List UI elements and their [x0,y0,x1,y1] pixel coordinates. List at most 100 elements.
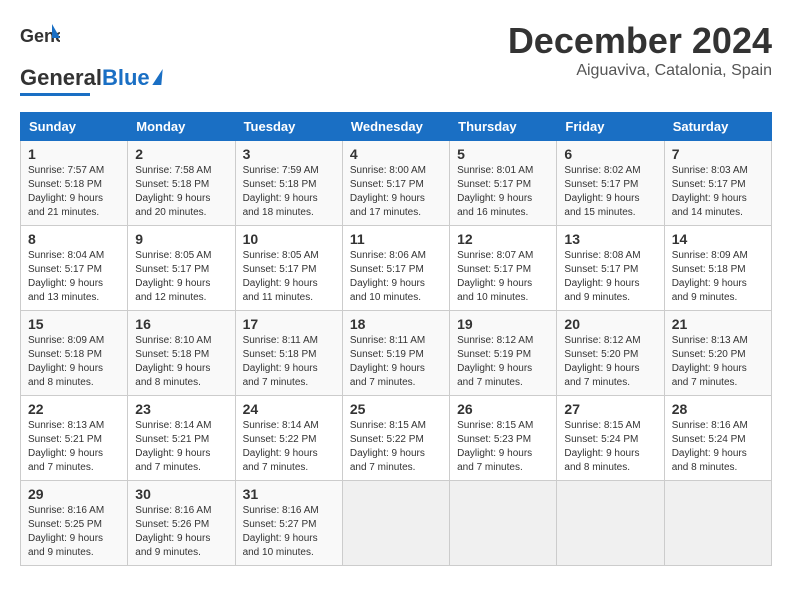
day-number: 31 [243,486,335,502]
calendar-month-year: December 2024 [508,20,772,62]
calendar-table: Sunday Monday Tuesday Wednesday Thursday… [20,112,772,566]
day-detail: Sunrise: 8:13 AM Sunset: 5:20 PM Dayligh… [672,334,764,390]
calendar-week-row: 22Sunrise: 8:13 AM Sunset: 5:21 PM Dayli… [21,396,772,481]
table-row: 24Sunrise: 8:14 AM Sunset: 5:22 PM Dayli… [235,396,342,481]
day-number: 19 [457,316,549,332]
day-number: 7 [672,146,764,162]
day-number: 4 [350,146,442,162]
day-number: 16 [135,316,227,332]
day-number: 9 [135,231,227,247]
day-detail: Sunrise: 8:16 AM Sunset: 5:25 PM Dayligh… [28,504,120,560]
day-number: 23 [135,401,227,417]
table-row: 26 Sunrise: 8:15 AM Sunset: 5:23 PM Dayli… [450,396,557,481]
day-number: 17 [243,316,335,332]
day-number: 12 [457,231,549,247]
day-number: 1 [28,146,120,162]
logo: General GeneralBlue [20,20,162,96]
day-detail: Sunrise: 8:06 AM Sunset: 5:17 PM Dayligh… [350,249,442,305]
day-number: 26 [457,401,549,417]
day-detail: Sunrise: 8:16 AM Sunset: 5:27 PM Dayligh… [243,504,335,560]
calendar-body: 1 Sunrise: 7:57 AM Sunset: 5:18 PM Daylig… [21,141,772,566]
day-detail: Sunrise: 8:12 AM Sunset: 5:20 PM Dayligh… [564,334,656,390]
table-row: 6 Sunrise: 8:02 AM Sunset: 5:17 PM Daylig… [557,141,664,226]
table-row: 25 Sunrise: 8:15 AM Sunset: 5:22 PM Dayli… [342,396,449,481]
day-number: 6 [564,146,656,162]
calendar-title-block: December 2024 Aiguaviva, Catalonia, Spai… [508,20,772,80]
table-row: 31 Sunrise: 8:16 AM Sunset: 5:27 PM Dayli… [235,481,342,566]
logo-general: General [20,65,102,91]
calendar-week-row: 15 Sunrise: 8:09 AM Sunset: 5:18 PM Dayli… [21,311,772,396]
table-row: 30Sunrise: 8:16 AM Sunset: 5:26 PM Dayli… [128,481,235,566]
page-header: General GeneralBlue December 2024 Aiguav… [20,20,772,96]
day-detail: Sunrise: 8:11 AM Sunset: 5:18 PM Dayligh… [243,334,335,390]
calendar-week-row: 8 Sunrise: 8:04 AM Sunset: 5:17 PM Daylig… [21,226,772,311]
day-number: 8 [28,231,120,247]
col-wednesday: Wednesday [342,113,449,141]
table-row: 13 Sunrise: 8:08 AM Sunset: 5:17 PM Dayli… [557,226,664,311]
table-row [342,481,449,566]
table-row: 7 Sunrise: 8:03 AM Sunset: 5:17 PM Daylig… [664,141,771,226]
table-row: 1 Sunrise: 7:57 AM Sunset: 5:18 PM Daylig… [21,141,128,226]
day-number: 15 [28,316,120,332]
col-thursday: Thursday [450,113,557,141]
day-number: 10 [243,231,335,247]
day-number: 13 [564,231,656,247]
day-detail: Sunrise: 8:09 AM Sunset: 5:18 PM Dayligh… [28,334,120,390]
day-detail: Sunrise: 8:14 AM Sunset: 5:21 PM Dayligh… [135,419,227,475]
table-row [557,481,664,566]
col-tuesday: Tuesday [235,113,342,141]
calendar-header-row: Sunday Monday Tuesday Wednesday Thursday… [21,113,772,141]
day-number: 25 [350,401,442,417]
calendar-week-row: 29Sunrise: 8:16 AM Sunset: 5:25 PM Dayli… [21,481,772,566]
day-number: 5 [457,146,549,162]
day-detail: Sunrise: 8:12 AM Sunset: 5:19 PM Dayligh… [457,334,549,390]
table-row: 15 Sunrise: 8:09 AM Sunset: 5:18 PM Dayli… [21,311,128,396]
calendar-week-row: 1 Sunrise: 7:57 AM Sunset: 5:18 PM Daylig… [21,141,772,226]
day-detail: Sunrise: 8:08 AM Sunset: 5:17 PM Dayligh… [564,249,656,305]
day-detail: Sunrise: 8:15 AM Sunset: 5:22 PM Dayligh… [350,419,442,475]
table-row [664,481,771,566]
table-row: 5Sunrise: 8:01 AM Sunset: 5:17 PM Daylig… [450,141,557,226]
day-detail: Sunrise: 8:07 AM Sunset: 5:17 PM Dayligh… [457,249,549,305]
logo-triangle-icon [152,69,162,85]
day-detail: Sunrise: 8:02 AM Sunset: 5:17 PM Dayligh… [564,164,656,220]
table-row: 20 Sunrise: 8:12 AM Sunset: 5:20 PM Dayli… [557,311,664,396]
table-row: 9 Sunrise: 8:05 AM Sunset: 5:17 PM Daylig… [128,226,235,311]
day-detail: Sunrise: 7:57 AM Sunset: 5:18 PM Dayligh… [28,164,120,220]
day-number: 30 [135,486,227,502]
col-friday: Friday [557,113,664,141]
day-detail: Sunrise: 7:59 AM Sunset: 5:18 PM Dayligh… [243,164,335,220]
day-number: 2 [135,146,227,162]
col-saturday: Saturday [664,113,771,141]
table-row: 28 Sunrise: 8:16 AM Sunset: 5:24 PM Dayli… [664,396,771,481]
table-row: 4 Sunrise: 8:00 AM Sunset: 5:17 PM Daylig… [342,141,449,226]
table-row [450,481,557,566]
day-detail: Sunrise: 7:58 AM Sunset: 5:18 PM Dayligh… [135,164,227,220]
table-row: 12 Sunrise: 8:07 AM Sunset: 5:17 PM Dayli… [450,226,557,311]
day-detail: Sunrise: 8:13 AM Sunset: 5:21 PM Dayligh… [28,419,120,475]
day-detail: Sunrise: 8:15 AM Sunset: 5:23 PM Dayligh… [457,419,549,475]
col-sunday: Sunday [21,113,128,141]
day-detail: Sunrise: 8:03 AM Sunset: 5:17 PM Dayligh… [672,164,764,220]
col-monday: Monday [128,113,235,141]
table-row: 10 Sunrise: 8:05 AM Sunset: 5:17 PM Dayli… [235,226,342,311]
day-number: 11 [350,231,442,247]
day-detail: Sunrise: 8:16 AM Sunset: 5:24 PM Dayligh… [672,419,764,475]
logo-icon: General [20,20,60,60]
logo-blue: Blue [102,65,150,91]
day-detail: Sunrise: 8:15 AM Sunset: 5:24 PM Dayligh… [564,419,656,475]
day-number: 3 [243,146,335,162]
day-number: 18 [350,316,442,332]
day-detail: Sunrise: 8:05 AM Sunset: 5:17 PM Dayligh… [243,249,335,305]
day-number: 20 [564,316,656,332]
day-detail: Sunrise: 8:00 AM Sunset: 5:17 PM Dayligh… [350,164,442,220]
calendar-location: Aiguaviva, Catalonia, Spain [508,62,772,80]
table-row: 16Sunrise: 8:10 AM Sunset: 5:18 PM Dayli… [128,311,235,396]
day-detail: Sunrise: 8:04 AM Sunset: 5:17 PM Dayligh… [28,249,120,305]
table-row: 21Sunrise: 8:13 AM Sunset: 5:20 PM Dayli… [664,311,771,396]
day-number: 28 [672,401,764,417]
day-detail: Sunrise: 8:05 AM Sunset: 5:17 PM Dayligh… [135,249,227,305]
table-row: 14Sunrise: 8:09 AM Sunset: 5:18 PM Dayli… [664,226,771,311]
day-detail: Sunrise: 8:09 AM Sunset: 5:18 PM Dayligh… [672,249,764,305]
table-row: 3 Sunrise: 7:59 AM Sunset: 5:18 PM Daylig… [235,141,342,226]
